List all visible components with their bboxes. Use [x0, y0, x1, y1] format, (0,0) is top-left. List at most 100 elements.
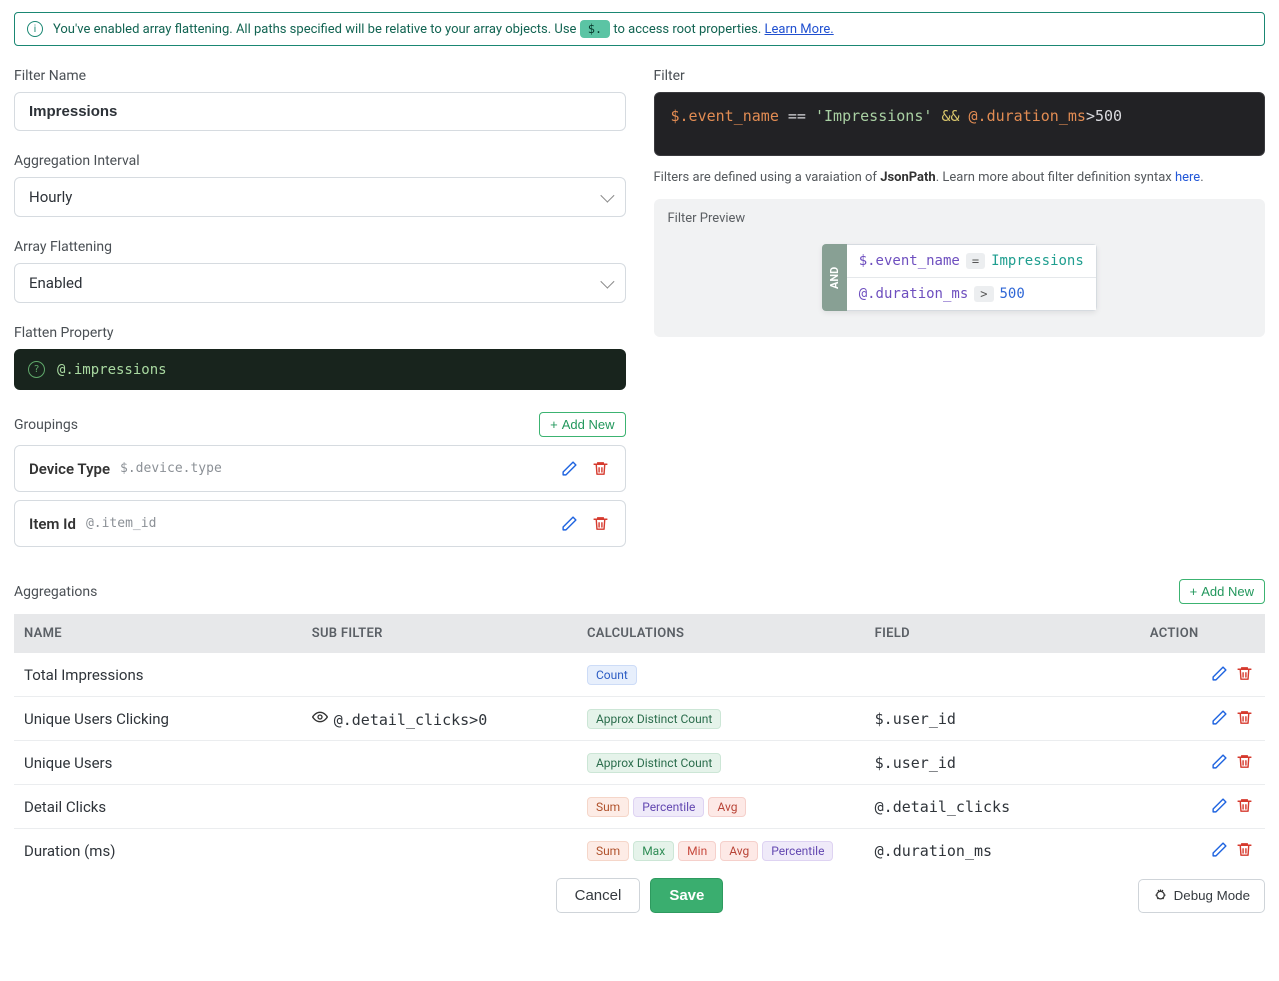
subfilter-text: @.detail_clicks>0 [334, 711, 488, 729]
edit-aggregation-icon[interactable] [1209, 751, 1230, 772]
calc-chip: Avg [720, 841, 758, 861]
debug-mode-button[interactable]: Debug Mode [1138, 879, 1265, 913]
agg-subfilter [302, 785, 577, 829]
filter-preview-panel: Filter Preview AND $.event_name=Impressi… [654, 199, 1266, 337]
filter-token: > [1086, 107, 1095, 125]
table-row: Unique Users Clicking @.detail_clicks>0 Ap… [14, 697, 1265, 741]
filter-token: 500 [1095, 107, 1122, 125]
delete-aggregation-icon[interactable] [1234, 839, 1255, 860]
array-flatten-banner: i You've enabled array flattening. All p… [14, 12, 1265, 46]
calc-chip: Approx Distinct Count [587, 709, 721, 729]
add-grouping-label: Add New [562, 417, 615, 432]
edit-aggregation-icon[interactable] [1209, 839, 1230, 860]
add-grouping-button[interactable]: + Add New [539, 412, 625, 437]
preview-path: $.event_name [859, 253, 960, 269]
calc-chip: Min [678, 841, 716, 861]
edit-aggregation-icon[interactable] [1209, 795, 1230, 816]
filter-token: && [941, 107, 959, 125]
preview-path: @.duration_ms [859, 286, 969, 302]
banner-text-b: to access root properties. [613, 22, 761, 37]
filter-preview-row: $.event_name = Impressions [847, 245, 1096, 277]
delete-aggregation-icon[interactable] [1234, 707, 1255, 728]
delete-aggregation-icon[interactable] [1234, 663, 1255, 684]
aggregations-table: NAME SUB FILTER CALCULATIONS FIELD ACTIO… [14, 614, 1265, 872]
agg-field: $.user_id [865, 697, 1140, 741]
flatten-property-input[interactable]: ? @.impressions [14, 349, 626, 390]
flatten-property-label: Flatten Property [14, 325, 626, 341]
edit-grouping-icon[interactable] [559, 458, 580, 479]
agg-subfilter: @.detail_clicks>0 [302, 697, 577, 741]
agg-subfilter [302, 829, 577, 873]
info-icon: i [27, 21, 43, 37]
table-row: Unique Users Approx Distinct Count $.user_… [14, 741, 1265, 785]
calc-chip: Approx Distinct Count [587, 753, 721, 773]
agg-interval-select[interactable]: Hourly [14, 177, 626, 217]
preview-value: Impressions [991, 253, 1084, 269]
filter-token: 'Impressions' [815, 107, 932, 125]
delete-aggregation-icon[interactable] [1234, 795, 1255, 816]
table-row: Detail ClicksSumPercentileAvg@.detail_cl… [14, 785, 1265, 829]
agg-field: @.duration_ms [865, 829, 1140, 873]
plus-icon: + [550, 417, 558, 432]
grouping-path: @.item_id [86, 516, 156, 531]
grouping-row: Item Id@.item_id [14, 500, 626, 547]
cancel-button[interactable]: Cancel [556, 878, 641, 913]
filter-expression-input[interactable]: $.event_name == 'Impressions' && @.durat… [654, 92, 1266, 156]
calc-chip: Percentile [762, 841, 833, 861]
edit-grouping-icon[interactable] [559, 513, 580, 534]
col-name: NAME [14, 614, 302, 653]
grouping-name: Device Type [29, 460, 110, 478]
filter-name-input[interactable] [14, 92, 626, 131]
preview-op: = [966, 253, 985, 269]
add-aggregation-button[interactable]: + Add New [1179, 579, 1265, 604]
col-calculations: CALCULATIONS [577, 614, 865, 653]
preview-op: > [974, 286, 993, 302]
debug-mode-label: Debug Mode [1174, 888, 1250, 903]
agg-subfilter [302, 653, 577, 697]
plus-icon: + [1190, 584, 1198, 599]
edit-aggregation-icon[interactable] [1209, 663, 1230, 684]
col-subfilter: SUB FILTER [302, 614, 577, 653]
agg-interval-label: Aggregation Interval [14, 153, 626, 169]
chevron-down-icon [600, 189, 614, 203]
filter-name-label: Filter Name [14, 68, 626, 84]
delete-grouping-icon[interactable] [590, 513, 611, 534]
calc-chip: Sum [587, 797, 629, 817]
filter-preview-label: Filter Preview [668, 211, 1252, 226]
eye-icon [312, 711, 328, 729]
preview-value: 500 [1000, 286, 1025, 302]
add-aggregation-label: Add New [1201, 584, 1254, 599]
delete-grouping-icon[interactable] [590, 458, 611, 479]
agg-name: Duration (ms) [14, 829, 302, 873]
filter-label: Filter [654, 68, 1266, 84]
table-row: Total ImpressionsCount [14, 653, 1265, 697]
help-icon: ? [28, 361, 45, 378]
array-flatten-select[interactable]: Enabled [14, 263, 626, 303]
filter-token: $.event_name [671, 107, 779, 125]
agg-name: Unique Users Clicking [14, 697, 302, 741]
agg-calcs: Count [577, 653, 865, 697]
calc-chip: Count [587, 665, 637, 685]
agg-field: $.user_id [865, 741, 1140, 785]
save-button[interactable]: Save [650, 878, 723, 913]
calc-chip: Sum [587, 841, 629, 861]
table-row: Duration (ms) SumMaxMinAvgPercentile@.dur… [14, 829, 1265, 873]
agg-calcs: SumMaxMinAvgPercentile [577, 829, 865, 873]
col-action: ACTION [1140, 614, 1265, 653]
filter-token: @.duration_ms [969, 107, 1086, 125]
groupings-label: Groupings [14, 417, 78, 433]
grouping-row: Device Type$.device.type [14, 445, 626, 492]
edit-aggregation-icon[interactable] [1209, 707, 1230, 728]
agg-name: Unique Users [14, 741, 302, 785]
array-flatten-value: Enabled [29, 274, 82, 292]
filter-syntax-link[interactable]: here [1175, 170, 1200, 185]
array-flatten-label: Array Flattening [14, 239, 626, 255]
filter-helper-text: Filters are defined using a varaiation o… [654, 170, 1266, 185]
banner-learn-more-link[interactable]: Learn More. [765, 22, 834, 37]
aggregations-label: Aggregations [14, 584, 97, 600]
filter-token: == [788, 107, 806, 125]
chevron-down-icon [600, 275, 614, 289]
calc-chip: Percentile [633, 797, 704, 817]
agg-field: @.detail_clicks [865, 785, 1140, 829]
delete-aggregation-icon[interactable] [1234, 751, 1255, 772]
